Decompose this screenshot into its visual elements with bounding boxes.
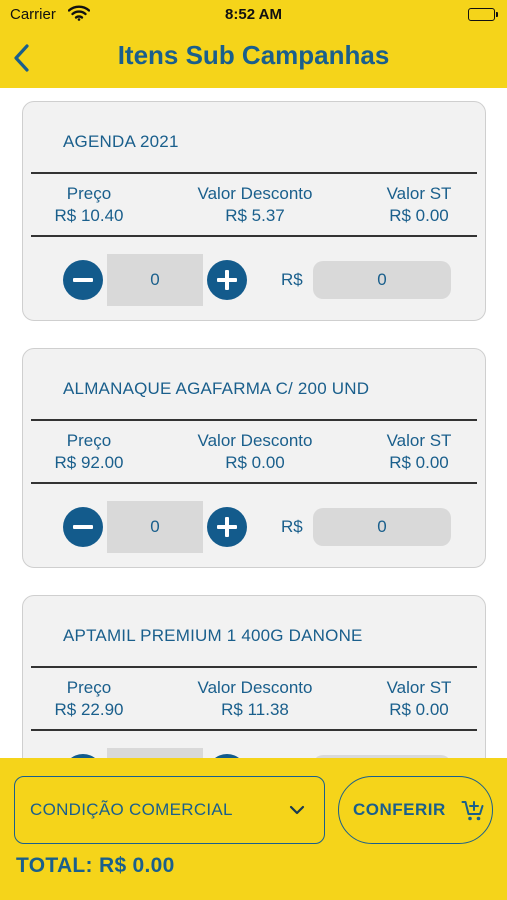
divider — [31, 235, 477, 237]
divider — [31, 729, 477, 731]
item-card: APTAMIL PREMIUM 1 400G DANONE Preço R$ 2… — [22, 595, 486, 758]
discount-label: Valor Desconto — [197, 678, 313, 697]
increase-button[interactable] — [207, 507, 247, 547]
currency-label: R$ — [281, 517, 303, 536]
discount-label: Valor Desconto — [197, 431, 313, 450]
st-label: Valor ST — [386, 678, 452, 697]
value-field[interactable]: 0 — [313, 508, 451, 546]
quantity-field[interactable]: 0 — [107, 254, 203, 306]
divider — [31, 172, 477, 174]
st-value: R$ 0.00 — [389, 700, 449, 719]
status-bar: Carrier 8:52 AM — [0, 0, 507, 28]
page-title: Itens Sub Campanhas — [117, 40, 390, 70]
footer-bar: CONDIÇÃO COMERCIAL CONFERIR TOTAL: R$ 0.… — [0, 758, 507, 900]
discount-value: R$ 5.37 — [225, 206, 285, 225]
price-label: Preço — [66, 431, 112, 450]
discount-value: R$ 11.38 — [221, 700, 289, 719]
discount-label: Valor Desconto — [197, 184, 313, 203]
st-column: Valor ST R$ 0.00 — [369, 430, 469, 474]
increase-button[interactable] — [207, 260, 247, 300]
battery-icon — [468, 8, 498, 21]
item-name: AGENDA 2021 — [63, 132, 179, 151]
st-value: R$ 0.00 — [389, 453, 449, 472]
total-amount: TOTAL: R$ 0.00 — [16, 854, 175, 877]
discount-column: Valor Desconto R$ 0.00 — [185, 430, 325, 474]
price-value: R$ 10.40 — [54, 206, 124, 225]
chevron-down-icon — [289, 805, 305, 815]
discount-column: Valor Desconto R$ 5.37 — [185, 183, 325, 227]
condition-label: CONDIÇÃO COMERCIAL — [30, 800, 233, 819]
item-name: APTAMIL PREMIUM 1 400G DANONE — [63, 626, 363, 645]
divider — [31, 482, 477, 484]
items-list[interactable]: AGENDA 2021 Preço R$ 10.40 Valor Descont… — [0, 88, 507, 758]
price-column: Preço R$ 10.40 — [39, 183, 139, 227]
minus-icon — [73, 525, 93, 529]
discount-column: Valor Desconto R$ 11.38 — [185, 677, 325, 721]
item-card: AGENDA 2021 Preço R$ 10.40 Valor Descont… — [22, 101, 486, 321]
currency-label: R$ — [281, 270, 303, 289]
price-label: Preço — [66, 184, 112, 203]
commercial-condition-select[interactable]: CONDIÇÃO COMERCIAL — [14, 776, 325, 844]
item-name: ALMANAQUE AGAFARMA C/ 200 UND — [63, 379, 370, 398]
divider — [31, 666, 477, 668]
value-field[interactable]: 0 — [313, 261, 451, 299]
quantity-field[interactable]: 0 — [107, 501, 203, 553]
navigation-bar: Itens Sub Campanhas — [0, 28, 507, 88]
st-column: Valor ST R$ 0.00 — [369, 183, 469, 227]
cart-add-icon — [461, 801, 484, 821]
divider — [31, 419, 477, 421]
decrease-button[interactable] — [63, 507, 103, 547]
item-card: ALMANAQUE AGAFARMA C/ 200 UND Preço R$ 9… — [22, 348, 486, 568]
conferir-label: CONFERIR — [353, 800, 446, 819]
decrease-button[interactable] — [63, 260, 103, 300]
price-label: Preço — [66, 678, 112, 697]
st-label: Valor ST — [386, 431, 452, 450]
price-column: Preço R$ 22.90 — [39, 677, 139, 721]
quantity-field[interactable] — [107, 748, 203, 758]
price-value: R$ 22.90 — [54, 700, 124, 719]
price-value: R$ 92.00 — [54, 453, 124, 472]
st-label: Valor ST — [386, 184, 452, 203]
clock: 8:52 AM — [225, 6, 282, 23]
minus-icon — [73, 278, 93, 282]
conferir-button[interactable]: CONFERIR — [338, 776, 493, 844]
discount-value: R$ 0.00 — [225, 453, 285, 472]
price-column: Preço R$ 92.00 — [39, 430, 139, 474]
st-value: R$ 0.00 — [389, 206, 449, 225]
st-column: Valor ST R$ 0.00 — [369, 677, 469, 721]
